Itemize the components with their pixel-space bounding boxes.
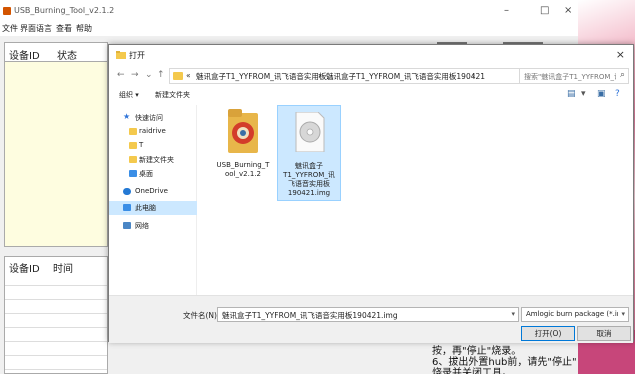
breadcrumb-overflow[interactable]: « — [186, 71, 191, 80]
table-row — [5, 343, 107, 356]
nav-item-label: OneDrive — [135, 187, 168, 195]
cancel-button[interactable]: 取消 — [577, 326, 631, 341]
menu-help[interactable]: 帮助 — [76, 23, 92, 34]
chevron-down-icon[interactable]: ▾ — [511, 310, 515, 318]
nav-item-quick-access[interactable]: ★ 快速访问 — [109, 111, 197, 125]
file-type-value: Amlogic burn package (*.img) — [526, 310, 618, 318]
chevron-down-icon[interactable]: ▾ — [581, 89, 586, 99]
menu-file[interactable]: 文件 — [2, 23, 18, 34]
filename-label: 文件名(N): — [183, 311, 220, 320]
nav-item-label: 桌面 — [139, 170, 153, 178]
dialog-toolbar: 组织 ▾ 新建文件夹 ▤ ▾ ▣ ? — [109, 87, 633, 103]
file-list: USB_Burning_T ool_v2.1.2 魅讯盒子 T1_YYFROM_… — [199, 103, 631, 295]
help-icon[interactable]: ? — [615, 89, 620, 99]
search-input[interactable]: 搜索"魅讯盒子T1_YYFROM_讯飞语音实用板190421" ⌕ — [519, 68, 629, 84]
nav-item-label: T — [139, 141, 144, 149]
address-bar[interactable]: « 魅讯盒子T1_YYFROM_讯飞语音实用板... › 魅讯盒子T1_YYFR… — [169, 68, 523, 84]
breadcrumb-separator[interactable]: › — [472, 71, 475, 80]
close-window-button[interactable]: × — [564, 5, 572, 16]
table-row — [5, 315, 107, 328]
table-row — [5, 329, 107, 342]
nav-item-label: 新建文件夹 — [139, 156, 174, 164]
breadcrumb-parent[interactable]: 魅讯盒子T1_YYFROM_讯飞语音实用板... — [196, 71, 334, 82]
device-status-grid — [4, 42, 108, 247]
open-file-dialog: 打开 × ← → ⌄ ↑ « 魅讯盒子T1_YYFROM_讯飞语音实用板... … — [108, 44, 634, 343]
app-icon — [228, 109, 258, 153]
back-button[interactable]: ← — [117, 70, 125, 80]
menu-bar: 文件 界面语言 查看 帮助 — [0, 22, 578, 36]
recent-locations-button[interactable]: ⌄ — [145, 70, 153, 80]
nav-item-label: raidrive — [139, 127, 166, 135]
background-title-bar: USB_Burning_Tool_v2.1.2 – □ × — [0, 0, 578, 22]
instruction-line: 烧录并关闭工具。 — [432, 368, 512, 374]
dialog-footer: 文件名(N): 魅讯盒子T1_YYFROM_讯飞语音实用板190421.img … — [109, 295, 633, 343]
desktop-icon — [129, 170, 137, 177]
dialog-close-button[interactable]: × — [616, 48, 625, 61]
nav-item-new-folder[interactable]: 新建文件夹 — [109, 153, 197, 167]
file-item-img[interactable]: 魅讯盒子 T1_YYFROM_讯 飞语音实用板 190421.img — [277, 105, 341, 201]
search-icon: ⌕ — [619, 70, 625, 80]
nav-item-onedrive[interactable]: OneDrive — [109, 185, 197, 199]
background-window-title: USB_Burning_Tool_v2.1.2 — [14, 6, 115, 15]
nav-item-desktop[interactable]: 桌面 — [109, 167, 197, 181]
breadcrumb-separator[interactable]: › — [318, 71, 321, 80]
folder-icon — [129, 128, 137, 135]
column-status: 状态 — [57, 51, 77, 62]
disc-image-icon — [295, 112, 325, 152]
menu-language[interactable]: 界面语言 — [20, 23, 52, 34]
table-row — [5, 301, 107, 314]
file-name: 魅讯盒子 T1_YYFROM_讯 飞语音实用板 190421.img — [283, 162, 335, 197]
file-type-select[interactable]: Amlogic burn package (*.img) ▾ — [521, 307, 629, 322]
forward-button[interactable]: → — [131, 70, 139, 80]
maximize-button[interactable]: □ — [540, 5, 549, 16]
up-button[interactable]: ↑ — [157, 70, 165, 80]
column-device-id: 设备ID — [9, 51, 40, 62]
folder-icon — [129, 142, 137, 149]
nav-item-raidrive[interactable]: raidrive — [109, 125, 197, 139]
filename-value: 魅讯盒子T1_YYFROM_讯飞语音实用板190421.img — [222, 311, 398, 320]
dialog-title-bar: 打开 × — [109, 45, 633, 65]
organize-button[interactable]: 组织 ▾ — [119, 90, 139, 100]
pc-icon — [123, 204, 131, 211]
app-icon — [3, 7, 11, 15]
nav-item-label: 此电脑 — [135, 204, 156, 212]
cloud-icon — [123, 188, 131, 195]
nav-item-label: 快速访问 — [135, 114, 163, 122]
folder-open-icon — [116, 51, 126, 59]
search-placeholder: 搜索"魅讯盒子T1_YYFROM_讯飞语音实用板190421" — [524, 73, 616, 81]
preview-pane-icon[interactable]: ▣ — [597, 89, 606, 99]
chevron-down-icon: ▾ — [621, 310, 625, 318]
file-name: USB_Burning_T ool_v2.1.2 — [216, 161, 270, 178]
nav-item-network[interactable]: 网络 — [109, 219, 197, 233]
new-folder-button[interactable]: 新建文件夹 — [155, 90, 190, 100]
folder-icon — [173, 72, 183, 80]
open-button[interactable]: 打开(O) — [521, 326, 575, 341]
minimize-button[interactable]: – — [504, 5, 509, 16]
navigation-pane: ★ 快速访问 raidrive T 新建文件夹 桌面 OneDrive 此电脑 — [109, 105, 197, 295]
nav-item-this-pc[interactable]: 此电脑 — [109, 201, 197, 215]
table-row — [5, 357, 107, 370]
dialog-title: 打开 — [129, 51, 145, 60]
device-status-grid-header: 设备ID 状态 — [4, 42, 108, 62]
nav-item-t[interactable]: T — [109, 139, 197, 153]
address-row: ← → ⌄ ↑ « 魅讯盒子T1_YYFROM_讯飞语音实用板... › 魅讯盒… — [109, 65, 633, 87]
breadcrumb-current[interactable]: 魅讯盒子T1_YYFROM_讯飞语音实用板190421 — [326, 71, 485, 82]
device-time-grid: 设备ID 时间 — [4, 256, 108, 374]
filename-input[interactable]: 魅讯盒子T1_YYFROM_讯飞语音实用板190421.img ▾ — [217, 307, 519, 322]
view-options-icon[interactable]: ▤ — [567, 89, 576, 99]
file-item-usb-burning-tool[interactable]: USB_Burning_T ool_v2.1.2 — [211, 105, 275, 201]
menu-view[interactable]: 查看 — [56, 23, 72, 34]
table-row — [5, 287, 107, 300]
nav-item-label: 网络 — [135, 222, 149, 230]
folder-icon — [129, 156, 137, 163]
table-row — [5, 273, 107, 286]
star-icon: ★ — [123, 112, 131, 121]
network-icon — [123, 222, 131, 229]
